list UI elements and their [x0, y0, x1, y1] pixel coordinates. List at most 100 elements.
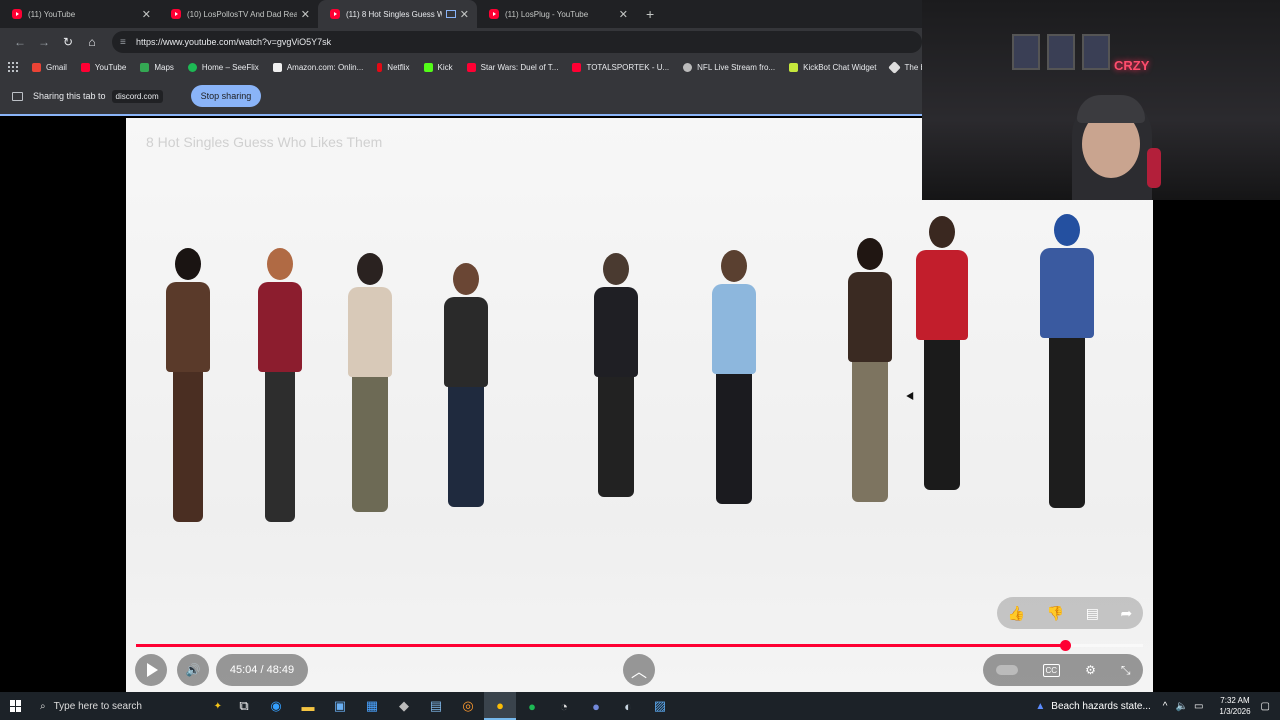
bookmark-the-be[interactable]: The be — [888, 60, 922, 74]
tab-title: (11) 8 Hot Singles Guess Wh — [346, 9, 442, 19]
bookmark-label: YouTube — [94, 62, 127, 72]
task-view-icon[interactable]: ⧉ — [228, 692, 260, 720]
bookmark-youtube[interactable]: YouTube — [80, 62, 127, 72]
notepad-icon[interactable]: ▤ — [420, 692, 452, 720]
bookmark-label: NFL Live Stream fro... — [697, 62, 776, 72]
bookmark-label: Home – SeeFlix — [201, 62, 259, 72]
bookmark-amazon[interactable]: Amazon.com: Onlin... — [272, 62, 364, 72]
contestant-9 — [1040, 214, 1094, 508]
network-icon[interactable]: ▭ — [1194, 701, 1203, 712]
player-settings-group: CC ⚙ ⤡ — [983, 654, 1143, 686]
search-icon: ⌕ — [40, 700, 46, 712]
netflix-icon — [377, 62, 383, 72]
app-icon[interactable]: ◆ — [388, 692, 420, 720]
kickbot-icon — [789, 62, 799, 72]
microphone — [1147, 148, 1161, 188]
sharing-text: Sharing this tab to — [33, 91, 106, 101]
chrome-icon[interactable]: ● — [484, 692, 516, 720]
reload-icon[interactable]: ↻ — [56, 35, 80, 49]
home-icon[interactable]: ⌂ — [80, 35, 104, 49]
discord-icon[interactable]: ● — [580, 692, 612, 720]
tab-title: (10) LosPollosTV And Dad Reac — [187, 9, 297, 19]
autoplay-toggle[interactable] — [995, 665, 1018, 675]
like-icon[interactable]: 👍 — [1008, 605, 1025, 622]
comments-icon[interactable]: ▤ — [1086, 605, 1099, 622]
bookmark-label: Netflix — [387, 62, 410, 72]
paint-icon[interactable]: ▨ — [644, 692, 676, 720]
close-icon[interactable]: ✕ — [460, 8, 469, 21]
contestant-6 — [712, 250, 756, 504]
contestant-7 — [848, 238, 892, 502]
bookmark-kick[interactable]: Kick — [423, 62, 453, 72]
contestant-2 — [258, 248, 302, 522]
forward-arrow-icon[interactable]: → — [32, 35, 56, 49]
gmail-icon — [32, 62, 41, 72]
site-info-icon[interactable]: ≡ — [120, 37, 130, 48]
bookmark-maps[interactable]: Maps — [140, 62, 174, 72]
play-icon — [147, 663, 158, 677]
bookmark-label: Gmail — [46, 62, 67, 72]
tab-lospollostv[interactable]: (10) LosPollosTV And Dad Reac ✕ — [159, 0, 318, 28]
chapters-button[interactable]: ︿ — [623, 654, 655, 686]
tab-losplug[interactable]: (11) LosPlug - YouTube ✕ — [477, 0, 636, 28]
tab-title: (11) LosPlug - YouTube — [505, 9, 589, 19]
new-tab-button[interactable]: + — [646, 6, 654, 22]
play-button[interactable] — [135, 654, 167, 686]
bookmark-label: The be — [904, 62, 922, 72]
progress-bar[interactable] — [136, 640, 1143, 651]
spotify-icon[interactable]: ● — [516, 692, 548, 720]
captions-icon[interactable]: CC — [1042, 663, 1061, 677]
volume-button[interactable]: 🔊 — [177, 654, 209, 686]
vpn-icon[interactable]: ◎ — [452, 692, 484, 720]
sharing-domain: discord.com — [111, 89, 163, 103]
url-text: https://www.youtube.com/watch?v=gvgViO5Y… — [136, 37, 332, 47]
notification-text: Beach hazards state... — [1051, 700, 1151, 712]
bookmark-gmail[interactable]: Gmail — [32, 62, 67, 72]
bookmark-label: Kick — [437, 62, 453, 72]
start-button[interactable] — [0, 700, 32, 712]
calculator-icon[interactable]: ▦ — [356, 692, 388, 720]
windows-icon — [10, 700, 22, 712]
gear-icon[interactable]: ⚙ — [1085, 663, 1096, 677]
address-bar[interactable]: ≡ https://www.youtube.com/watch?v=gvgViO… — [112, 31, 922, 53]
apps-grid-icon[interactable] — [8, 62, 18, 72]
close-icon[interactable]: ✕ — [142, 8, 151, 21]
globe-icon — [683, 62, 693, 72]
dislike-icon[interactable]: 👎 — [1047, 605, 1064, 622]
tab-hot-singles[interactable]: (11) 8 Hot Singles Guess Wh ✕ — [318, 0, 477, 28]
close-icon[interactable]: ✕ — [619, 8, 628, 21]
remote-desktop-icon[interactable]: ▣ — [324, 692, 356, 720]
back-arrow-icon[interactable]: ← — [8, 35, 32, 49]
file-explorer-icon[interactable]: ▬ — [292, 692, 324, 720]
video-actions: 👍 👎 ▤ ➦ — [997, 597, 1143, 629]
notifications-icon[interactable]: ▢ — [1261, 701, 1270, 712]
stop-sharing-button[interactable]: Stop sharing — [190, 85, 262, 107]
speaker-icon[interactable]: 🔈 — [1176, 701, 1188, 712]
edge-icon[interactable]: ◉ — [260, 692, 292, 720]
youtube-icon — [12, 9, 22, 19]
neon-sign: CRZY — [1114, 58, 1150, 73]
clock-date: 1/3/2026 — [1219, 707, 1251, 716]
video-title: 8 Hot Singles Guess Who Likes Them — [146, 134, 383, 150]
tab-title: (11) YouTube — [28, 9, 76, 19]
share-icon[interactable]: ➦ — [1120, 605, 1132, 622]
bookmark-seeflix[interactable]: Home – SeeFlix — [187, 62, 259, 72]
clock[interactable]: 7:32 AM 1/3/2026 — [1219, 695, 1250, 717]
contestant-1 — [166, 248, 210, 522]
taskbar-search[interactable]: ⌕ Type here to search ✦ — [32, 692, 228, 720]
weather-notification[interactable]: ▲ Beach hazards state... — [1035, 701, 1150, 712]
bookmark-totalsportek[interactable]: TOTALSPORTEK - U... — [572, 62, 669, 72]
tab-youtube[interactable]: (11) YouTube ✕ — [0, 0, 159, 28]
bookmark-label: Amazon.com: Onlin... — [286, 62, 364, 72]
seeflix-icon — [187, 62, 197, 72]
obs-icon[interactable]: ◔ — [548, 692, 580, 720]
exit-fullscreen-icon[interactable]: ⤡ — [1121, 663, 1131, 678]
steam-icon[interactable]: ◐ — [612, 692, 644, 720]
bookmark-netflix[interactable]: Netflix — [377, 62, 410, 72]
chevron-up-icon[interactable]: ^ — [1163, 701, 1168, 712]
bookmark-kickbot[interactable]: KickBot Chat Widget — [789, 62, 876, 72]
time-text: 45:04 / 48:49 — [229, 664, 295, 676]
bookmark-nfl[interactable]: NFL Live Stream fro... — [683, 62, 776, 72]
bookmark-star-wars[interactable]: Star Wars: Duel of T... — [466, 62, 558, 72]
close-icon[interactable]: ✕ — [301, 8, 310, 21]
